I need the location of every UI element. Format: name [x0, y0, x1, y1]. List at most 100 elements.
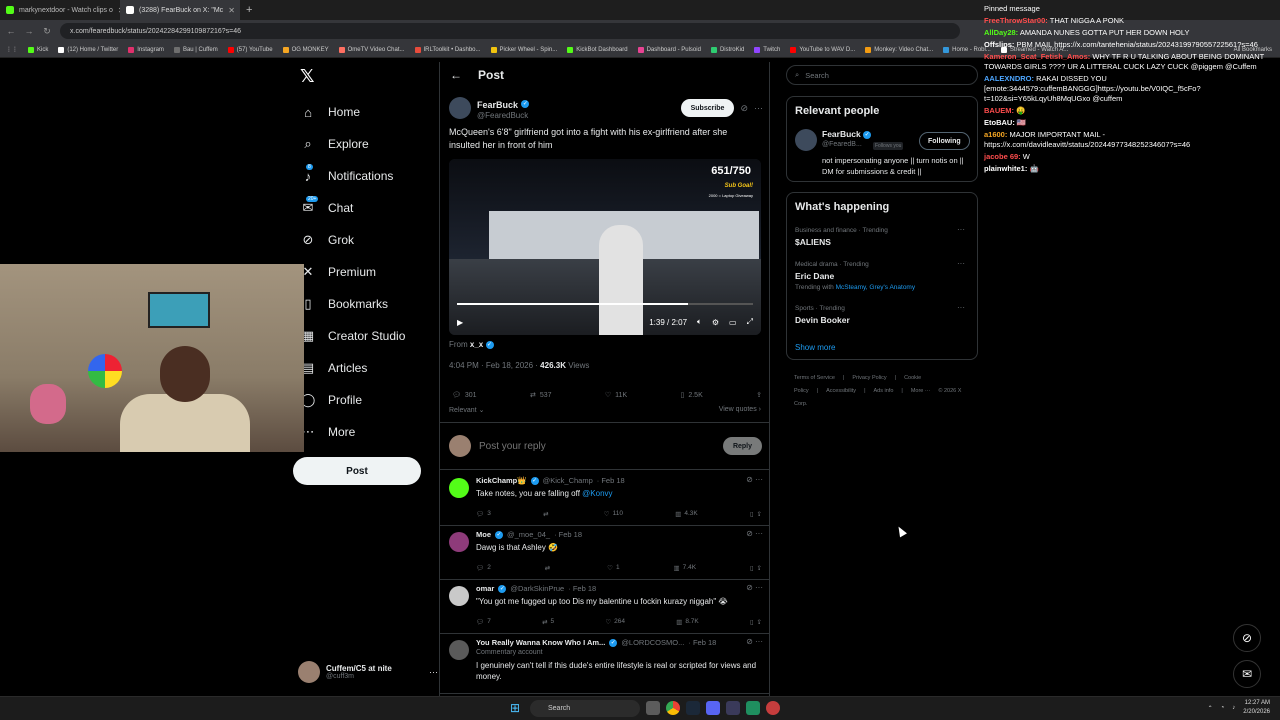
post-timestamp[interactable]: 4:04 PM · Feb 18, 2026 · — [449, 361, 538, 370]
bookmark-item[interactable]: Instagram — [128, 46, 164, 53]
reply-input[interactable] — [479, 440, 715, 452]
sort-dropdown[interactable]: Relevant ⌄ — [449, 406, 484, 418]
x-logo-icon[interactable]: 𝕏 — [300, 66, 315, 87]
like-action[interactable]: ♡ 110 — [604, 510, 623, 518]
reply-more-icon[interactable]: ⊘ ··· — [746, 637, 763, 646]
like-action[interactable]: ♡ 1 — [607, 564, 619, 572]
steam-icon[interactable] — [686, 701, 700, 715]
trend-more-icon[interactable]: ··· — [957, 225, 965, 234]
footer-link[interactable]: Terms of Service — [794, 375, 835, 381]
view-quotes-link[interactable]: View quotes › — [719, 406, 761, 418]
chevron-up-icon[interactable]: ⌃ — [1208, 705, 1213, 712]
trend-link[interactable]: McSteamy, Grey's Anatomy — [836, 284, 916, 291]
bookmark-item[interactable]: Twitch — [754, 46, 780, 53]
footer-link[interactable]: Privacy Policy — [852, 375, 886, 381]
reply-handle[interactable]: @Kick_Champ — [543, 476, 593, 485]
reply-handle[interactable]: @DarkSkinPrue — [510, 584, 564, 593]
reply-item[interactable]: Moe ✓ @_moe_04_ · Feb 18 ⊘ ··· Dawg is that A… — [440, 526, 769, 580]
reply-date[interactable]: · Feb 18 — [688, 638, 716, 647]
address-bar[interactable]: x.com/fearedbuck/status/2024228429910987… — [60, 23, 960, 39]
views-action[interactable]: ▥ 7.4K — [674, 564, 697, 572]
nav-item-more[interactable]: ⋯ More — [296, 416, 436, 448]
reply-action[interactable]: 💬︎ 301 — [452, 388, 477, 402]
more-options-icon[interactable]: ··· — [754, 103, 763, 113]
play-icon[interactable]: ▶ — [457, 318, 463, 327]
nav-item-premium[interactable]: ✕ Premium — [296, 256, 436, 288]
wifi-icon[interactable]: ◔ — [1221, 705, 1225, 711]
nav-item-chat[interactable]: ✉ 20+ Chat — [296, 192, 436, 224]
reply-more-icon[interactable]: ⊘ ··· — [746, 475, 763, 484]
bookmark-item[interactable]: YouTube to WAV D... — [790, 46, 855, 53]
reply-author[interactable]: omar — [476, 584, 494, 593]
reply-action[interactable]: 💬︎ 3 — [476, 510, 491, 518]
repost-action[interactable]: ⇄ 537 — [530, 388, 552, 402]
bookmark-share[interactable]: ▯ ⇪ — [750, 564, 762, 572]
share-icon[interactable]: ⇪ — [756, 388, 762, 402]
from-user[interactable]: x_x — [470, 340, 483, 349]
like-action[interactable]: ♡ 264 — [605, 618, 625, 626]
trend-item[interactable]: Sports · Trending Devin Booker ··· — [795, 303, 971, 325]
settings-icon[interactable]: ⚙ — [712, 318, 719, 327]
post-button[interactable]: Post — [293, 457, 421, 485]
trend-item[interactable]: Business and finance · Trending $ALIENS ··… — [795, 225, 971, 247]
trend-item[interactable]: Medical drama · Trending Eric Dane ··· Tren… — [795, 259, 971, 291]
nav-item-notifications[interactable]: ♪ 8 Notifications — [296, 160, 436, 192]
repost-action[interactable]: ⇄ — [545, 564, 553, 572]
apps-grid-icon[interactable]: ⋮⋮ — [6, 46, 18, 53]
trend-more-icon[interactable]: ··· — [957, 303, 965, 312]
nav-item-creator-studio[interactable]: ▦ Creator Studio — [296, 320, 436, 352]
reply-avatar[interactable] — [449, 532, 469, 552]
reply-avatar[interactable] — [449, 640, 469, 660]
volume-icon[interactable]: 🔈︎ — [697, 317, 702, 327]
show-more-link[interactable]: Show more — [795, 343, 835, 352]
bookmark-item[interactable]: Monkey: Video Chat... — [865, 46, 933, 53]
speaker-icon[interactable]: ♪ — [1232, 705, 1235, 711]
reply-item[interactable]: KickChamp👑 ✓ @Kick_Champ · Feb 18 ⊘ ··· Take … — [440, 472, 769, 526]
account-switcher[interactable]: Cuffem/C5 at nite @cuff3m ··· — [298, 658, 438, 686]
reply-avatar[interactable] — [449, 478, 469, 498]
reply-avatar[interactable] — [449, 586, 469, 606]
following-button[interactable]: Following — [919, 132, 970, 150]
nav-item-explore[interactable]: ⌕ Explore — [296, 128, 436, 160]
reply-author[interactable]: Moe — [476, 530, 491, 539]
fullscreen-icon[interactable]: ⤢ — [747, 317, 753, 327]
bookmark-item[interactable]: (12) Home / Twitter — [58, 46, 118, 53]
new-tab-icon[interactable]: + — [240, 4, 258, 16]
bookmark-item[interactable]: OmeTV Video Chat... — [338, 46, 405, 53]
nav-item-articles[interactable]: ▤ Articles — [296, 352, 436, 384]
trend-more-icon[interactable]: ··· — [957, 259, 965, 268]
nav-item-home[interactable]: ⌂ Home — [296, 96, 436, 128]
search-input[interactable]: ⌕ Search — [786, 65, 978, 85]
nav-item-grok[interactable]: ⊘ Grok — [296, 224, 436, 256]
bookmark-item[interactable]: OG MONKEY — [282, 46, 329, 53]
reply-more-icon[interactable]: ⊘ ··· — [746, 583, 763, 592]
pip-icon[interactable]: ▭ — [729, 318, 737, 327]
forward-icon[interactable]: → — [24, 26, 34, 36]
file-explorer-icon[interactable] — [646, 701, 660, 715]
views-action[interactable]: ▥ 8.7K — [676, 618, 699, 626]
bookmark-item[interactable]: Bau | Cuffem — [173, 46, 218, 53]
browser-tab-x[interactable]: (3288) FearBuck on X: "Mc ✕ — [120, 0, 240, 20]
messages-fab-icon[interactable]: ✉ — [1233, 660, 1261, 688]
video-player[interactable]: 651/750 Sub Goal! 2000 = Laptop Giveaway… — [449, 159, 761, 335]
author-handle[interactable]: @FearedBuck — [477, 111, 529, 120]
bookmark-item[interactable]: Kick — [28, 46, 48, 53]
subscribe-button[interactable]: Subscribe — [680, 99, 735, 117]
back-icon[interactable]: ← — [6, 26, 16, 36]
person-avatar[interactable] — [795, 129, 817, 151]
reply-handle[interactable]: @_moe_04_ — [507, 530, 550, 539]
repost-action[interactable]: ⇄ — [543, 510, 551, 518]
video-progress-bar[interactable] — [457, 303, 753, 305]
bookmark-action[interactable]: ▯ 2.5K — [680, 388, 702, 402]
author-name[interactable]: FearBuck — [477, 100, 518, 110]
nav-item-bookmarks[interactable]: ▯ Bookmarks — [296, 288, 436, 320]
reply-item[interactable]: omar ✓ @DarkSkinPrue · Feb 18 ⊘ ··· "You got … — [440, 580, 769, 634]
like-action[interactable]: ♡ 11K — [605, 388, 627, 402]
app-icon[interactable] — [726, 701, 740, 715]
reply-date[interactable]: · Feb 18 — [554, 530, 582, 539]
close-tab-icon[interactable]: ✕ — [228, 6, 235, 15]
footer-link[interactable]: Ads info — [874, 388, 894, 394]
reply-item[interactable]: You Really Wanna Know Who I Am... ✓ @LORDC… — [440, 634, 769, 694]
bookmark-item[interactable]: Dashboard - Pulsoid — [637, 46, 701, 53]
bookmark-item[interactable]: IRLToolkit • Dashbo... — [414, 46, 481, 53]
